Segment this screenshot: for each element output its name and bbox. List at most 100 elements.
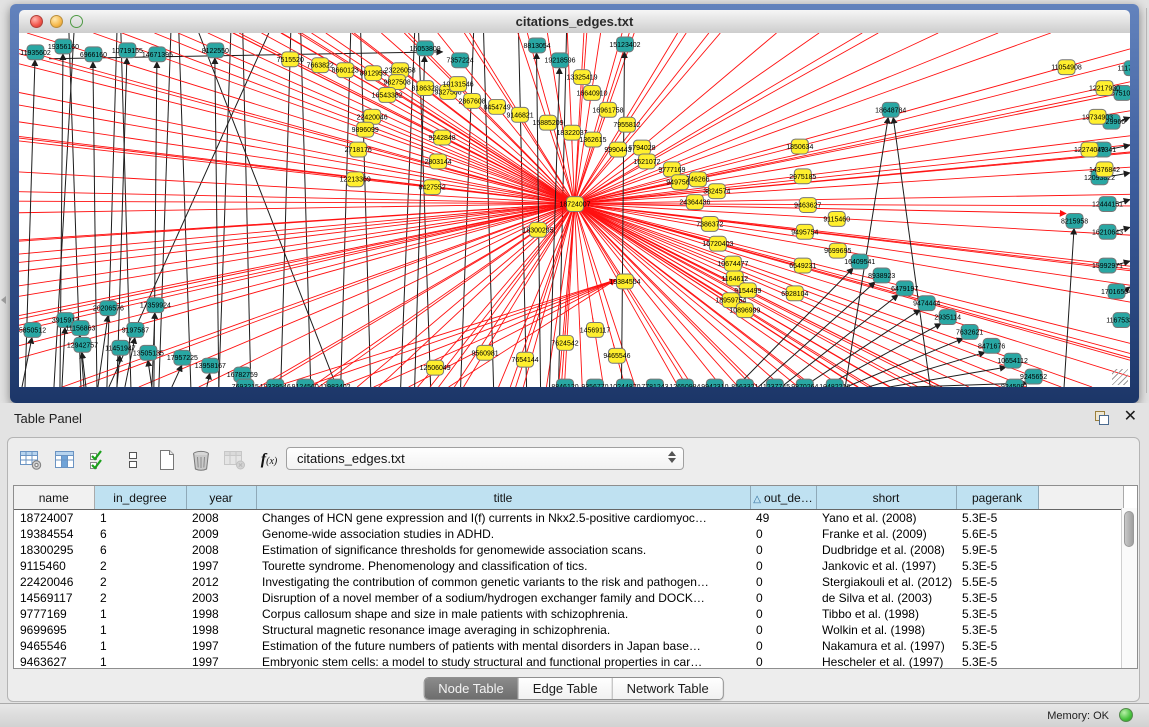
graph-node-label: 5850512 xyxy=(19,327,46,334)
column-header-name[interactable]: name xyxy=(14,486,94,510)
column-header-title[interactable]: title xyxy=(256,486,750,510)
graph-node[interactable]: 9495754 xyxy=(791,224,818,239)
graph-node[interactable]: 17359924 xyxy=(140,298,171,313)
graph-node[interactable]: 15992971 xyxy=(1092,258,1123,273)
graph-node[interactable]: 8427552 xyxy=(419,180,446,195)
column-header-short[interactable]: short xyxy=(816,486,956,510)
graph-node[interactable]: 14569117 xyxy=(580,323,611,338)
memory-status-indicator[interactable] xyxy=(1119,708,1133,722)
graph-node-label: 16053809 xyxy=(410,46,441,53)
graph-node[interactable]: 9474444 xyxy=(913,296,940,311)
column-header-in_degree[interactable]: in_degree xyxy=(94,486,186,510)
window-titlebar[interactable]: citations_edges.txt xyxy=(19,10,1130,34)
graph-node[interactable]: 18648784 xyxy=(875,102,906,117)
table-row[interactable]: 1872400712008Changes of HCN gene express… xyxy=(14,510,1123,527)
graph-node[interactable]: 13958167 xyxy=(195,358,226,373)
graph-node[interactable]: 6928104 xyxy=(781,286,808,301)
graph-node[interactable]: 7624542 xyxy=(551,335,578,350)
graph-node[interactable]: 11237745 xyxy=(760,379,791,387)
graph-node[interactable]: 10244870 xyxy=(609,379,640,387)
graph-node[interactable]: 16720403 xyxy=(702,236,733,251)
graph-node[interactable]: 17016504 xyxy=(1101,284,1130,299)
tab-edge-table[interactable]: Edge Table xyxy=(519,678,613,699)
column-header-year[interactable]: year xyxy=(186,486,256,510)
table-mode-button[interactable] xyxy=(16,446,46,474)
table-row[interactable]: 969969511998Structural magnetic resonanc… xyxy=(14,622,1123,638)
graph-node[interactable]: 6479197 xyxy=(891,281,918,296)
graph-node[interactable]: 12942757 xyxy=(67,337,98,352)
graph-node[interactable]: 6794028 xyxy=(628,140,655,155)
column-header-pagerank[interactable]: pagerank xyxy=(956,486,1038,510)
graph-node[interactable]: 8215958 xyxy=(1061,213,1088,228)
graph-node[interactable]: 8813054 xyxy=(523,38,550,53)
tab-node-table[interactable]: Node Table xyxy=(424,678,519,699)
graph-node[interactable]: 24364436 xyxy=(679,195,710,210)
graph-node[interactable]: 9699695 xyxy=(824,243,851,258)
column-header-out_degree[interactable]: △out_de… xyxy=(750,486,816,510)
table-row[interactable]: 911546021997Tourette syndrome. Phenomeno… xyxy=(14,558,1123,574)
table-selector-dropdown[interactable]: citations_edges.txt xyxy=(286,447,684,470)
graph-node[interactable]: 9560981 xyxy=(471,345,498,360)
graph-node[interactable]: 7654144 xyxy=(511,352,538,367)
network-canvas[interactable]: 1193560219356160696616010719155146713958… xyxy=(19,33,1130,387)
table-row[interactable]: 946554611997Estimation of the future num… xyxy=(14,638,1123,654)
graph-node[interactable]: 15123402 xyxy=(609,37,640,52)
delete-table-button[interactable] xyxy=(186,446,216,474)
graph-node[interactable]: 8563321 xyxy=(731,379,758,387)
scrollbar-thumb[interactable] xyxy=(1124,511,1134,547)
graph-node[interactable]: 9197587 xyxy=(122,323,149,338)
graph-node[interactable]: 6966160 xyxy=(80,47,107,62)
table-row[interactable]: 1938455462009Genome-wide association stu… xyxy=(14,526,1123,542)
graph-node[interactable]: 9870264 xyxy=(791,379,818,387)
graph-node[interactable]: 10482216 xyxy=(819,379,850,387)
graph-node[interactable]: 9942310 xyxy=(701,379,728,387)
close-panel-icon[interactable]: ✕ xyxy=(1124,408,1137,426)
graph-node[interactable]: 7357224 xyxy=(447,53,474,68)
graph-node[interactable]: 746266 xyxy=(686,172,709,187)
graph-node[interactable]: 10674477 xyxy=(717,256,748,271)
graph-node[interactable]: 12650984 xyxy=(669,379,700,387)
graph-node[interactable]: 8846120 xyxy=(551,379,578,387)
graph-node[interactable]: 19218596 xyxy=(544,53,575,68)
select-columns-button[interactable] xyxy=(84,446,114,474)
table-row[interactable]: 977716911998Corpus callosum shape and si… xyxy=(14,606,1123,622)
graph-node[interactable]: 2718176 xyxy=(345,142,372,157)
graph-node[interactable]: 9356770 xyxy=(581,379,608,387)
graph-node[interactable]: 9115460 xyxy=(823,211,850,226)
graph-node[interactable]: 3824574 xyxy=(703,184,730,199)
graph-node[interactable]: 11054908 xyxy=(1051,60,1082,75)
graph-node[interactable]: 16210643 xyxy=(1092,224,1123,239)
graph-node[interactable]: 8471676 xyxy=(978,338,1005,353)
resize-grip[interactable] xyxy=(1112,369,1128,385)
table-scrollbar[interactable] xyxy=(1121,508,1137,668)
graph-node[interactable]: 9245652 xyxy=(1020,369,1047,384)
column-header-filler[interactable] xyxy=(1038,486,1123,510)
table-row[interactable]: 1456911722003Disruption of a novel membe… xyxy=(14,590,1123,606)
graph-node[interactable]: 16961758 xyxy=(592,102,623,117)
float-panel-icon[interactable] xyxy=(1095,411,1109,425)
graph-node[interactable]: 11451947 xyxy=(105,340,136,355)
graph-node[interactable]: 7632621 xyxy=(956,325,983,340)
graph-node[interactable]: 8938923 xyxy=(868,268,895,283)
table-row[interactable]: 1830029562008Estimation of significance … xyxy=(14,542,1123,558)
graph-node[interactable]: 12444151 xyxy=(1092,197,1123,212)
graph-node[interactable]: 10339546 xyxy=(260,379,291,387)
delete-column-button[interactable] xyxy=(220,446,250,474)
graph-node[interactable]: 11935602 xyxy=(20,45,51,60)
graph-node[interactable]: 12506049 xyxy=(420,360,451,375)
row-height-button[interactable] xyxy=(118,446,148,474)
tab-network-table[interactable]: Network Table xyxy=(613,678,723,699)
table-row[interactable]: 946362711997Embryonic stem cells: a mode… xyxy=(14,654,1123,669)
graph-node[interactable]: 7781243 xyxy=(641,379,668,387)
function-builder-button[interactable]: f(x) xyxy=(254,446,284,474)
show-column-button[interactable] xyxy=(50,446,80,474)
graph-node[interactable]: 19384554 xyxy=(609,274,640,289)
graph-node[interactable]: 12213369 xyxy=(340,172,371,187)
graph-node[interactable]: 7955812 xyxy=(613,117,640,132)
graph-node[interactable]: 8912955 xyxy=(360,66,387,81)
graph-node[interactable]: 2867608 xyxy=(459,93,486,108)
table-row[interactable]: 2242004622012Investigating the contribut… xyxy=(14,574,1123,590)
create-table-button[interactable] xyxy=(152,446,182,474)
collapse-panel-arrow[interactable] xyxy=(1,296,6,304)
graph-node[interactable]: 11675333 xyxy=(1106,313,1130,328)
